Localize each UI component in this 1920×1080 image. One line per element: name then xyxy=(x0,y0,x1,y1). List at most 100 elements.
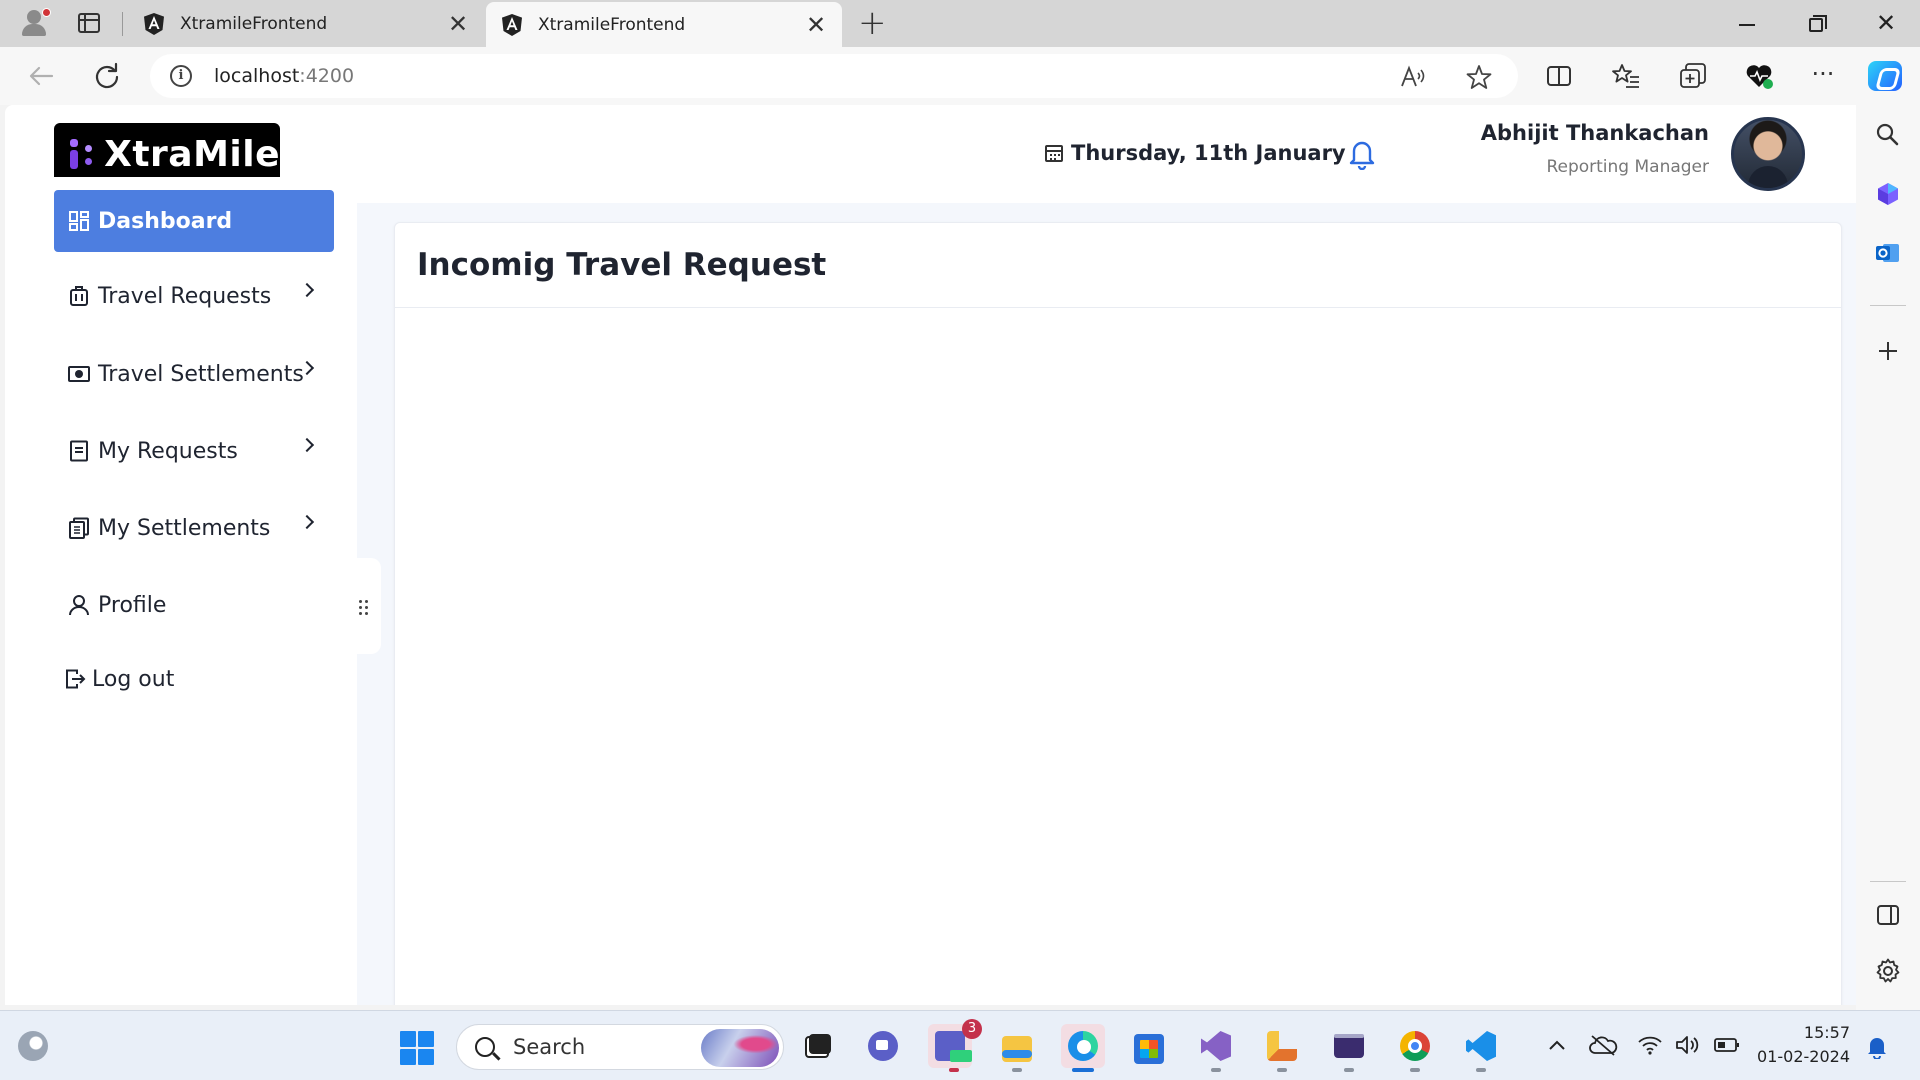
address-bar[interactable]: i localhost:4200 xyxy=(150,54,1518,98)
sidebar-item-profile[interactable]: Profile xyxy=(54,574,334,636)
copilot-icon[interactable] xyxy=(1868,61,1902,91)
close-tab-icon[interactable]: ✕ xyxy=(804,13,828,37)
explorer-running-indicator xyxy=(1012,1068,1022,1072)
close-tab-icon[interactable]: ✕ xyxy=(446,12,470,36)
chat-icon[interactable] xyxy=(861,1024,905,1068)
weather-icon[interactable] xyxy=(18,1031,48,1061)
money-icon xyxy=(68,366,90,382)
teams-notification-badge: 3 xyxy=(962,1019,982,1039)
search-icon[interactable] xyxy=(1874,121,1902,149)
minimize-window-icon[interactable] xyxy=(1727,8,1767,38)
chevron-right-icon xyxy=(299,514,315,530)
sidebar-item-label: Travel Settlements xyxy=(98,361,304,387)
tab-title: XtramileFrontend xyxy=(180,13,328,34)
vscode-icon[interactable] xyxy=(1459,1024,1503,1068)
visual-studio-icon[interactable] xyxy=(1194,1024,1238,1068)
clock-time: 15:57 xyxy=(1803,1023,1850,1042)
clock-date: 01-02-2024 xyxy=(1757,1047,1850,1066)
tab-actions-icon[interactable] xyxy=(78,13,100,33)
sidebar-item-label: Travel Requests xyxy=(98,283,272,309)
site-info-icon[interactable]: i xyxy=(170,65,192,87)
page-title: Incomig Travel Request xyxy=(417,247,827,283)
refresh-icon[interactable] xyxy=(90,59,124,93)
task-view-icon[interactable] xyxy=(795,1024,839,1068)
taskbar-clock[interactable]: 15:57 01-02-2024 xyxy=(1750,1021,1850,1069)
favorites-icon[interactable] xyxy=(1611,61,1641,91)
wifi-icon[interactable] xyxy=(1637,1033,1663,1057)
favorite-star-icon[interactable] xyxy=(1466,64,1492,90)
browser-profile-icon[interactable] xyxy=(18,8,52,38)
snip-running-indicator xyxy=(1277,1068,1287,1072)
sidebar-item-label: Profile xyxy=(98,592,167,618)
url-port: :4200 xyxy=(299,65,355,87)
read-aloud-icon[interactable] xyxy=(1400,65,1426,89)
header-date: Thursday, 11th January xyxy=(1045,141,1346,165)
windows-start-icon[interactable] xyxy=(400,1031,434,1065)
teams-running-indicator xyxy=(949,1068,959,1072)
restore-window-icon[interactable] xyxy=(1796,8,1836,38)
settings-gear-icon[interactable] xyxy=(1874,957,1902,985)
user-name: Abhijit Thankachan xyxy=(1480,121,1709,145)
browser-tab-2[interactable]: XtramileFrontend ✕ xyxy=(486,2,842,47)
back-arrow-icon[interactable] xyxy=(24,59,58,93)
browser-tab-strip: XtramileFrontend ✕ XtramileFrontend ✕ + … xyxy=(0,0,1920,47)
sidebar-resize-handle[interactable] xyxy=(345,558,381,654)
logo-mark-icon xyxy=(68,137,94,171)
file-explorer-icon[interactable] xyxy=(995,1024,1039,1068)
receipt-icon xyxy=(69,517,89,539)
sidebar-divider xyxy=(1870,305,1906,306)
sidebar-toggle-icon[interactable] xyxy=(1874,901,1902,929)
sidebar-item-my-settlements[interactable]: My Settlements xyxy=(54,497,334,559)
microsoft-store-icon[interactable] xyxy=(1127,1024,1171,1068)
edge-browser-icon[interactable] xyxy=(1061,1024,1105,1068)
new-tab-button[interactable]: + xyxy=(858,6,887,40)
dashboard-icon xyxy=(69,211,89,231)
split-screen-icon[interactable] xyxy=(1544,61,1574,91)
sidebar-item-travel-settlements[interactable]: Travel Settlements xyxy=(54,343,334,405)
browser-tab-1[interactable]: XtramileFrontend ✕ xyxy=(128,0,484,47)
sidebar-item-label: Dashboard xyxy=(98,208,233,234)
main-card: Incomig Travel Request xyxy=(394,222,1842,1005)
chrome-running-indicator xyxy=(1410,1068,1420,1072)
terminal-icon[interactable] xyxy=(1327,1024,1371,1068)
sidebar-item-label: My Requests xyxy=(98,438,238,464)
xtramile-logo[interactable]: XtraMile xyxy=(54,123,280,185)
chevron-up-icon[interactable] xyxy=(1545,1033,1569,1057)
sidebar-item-travel-requests[interactable]: Travel Requests xyxy=(54,265,334,327)
volume-icon[interactable] xyxy=(1674,1033,1700,1057)
search-placeholder: Search xyxy=(513,1035,586,1059)
copilot-shopping-icon[interactable] xyxy=(1874,180,1902,208)
sidebar-item-dashboard[interactable]: Dashboard xyxy=(54,190,334,252)
sidebar-item-logout[interactable]: Log out xyxy=(54,648,334,710)
outlook-icon[interactable] xyxy=(1874,239,1902,267)
battery-icon[interactable] xyxy=(1713,1033,1741,1057)
date-text: Thursday, 11th January xyxy=(1071,141,1346,165)
angular-icon xyxy=(144,12,164,35)
notification-bell-icon[interactable] xyxy=(1866,1035,1888,1059)
calendar-icon xyxy=(1045,144,1063,162)
tab-separator xyxy=(122,12,123,36)
sidebar-nav: Dashboard Travel Requests Travel Settlem… xyxy=(5,177,357,1005)
edge-sidebar xyxy=(1856,105,1920,1010)
sidebar-item-label: Log out xyxy=(92,666,175,692)
web-page: XtraMile Thursday, 11th January Abhijit … xyxy=(5,105,1856,1005)
avatar[interactable] xyxy=(1731,117,1805,191)
chrome-icon[interactable] xyxy=(1393,1024,1437,1068)
add-icon[interactable] xyxy=(1874,337,1902,365)
sidebar-item-my-requests[interactable]: My Requests xyxy=(54,420,334,482)
notification-bell-icon[interactable] xyxy=(1348,138,1376,170)
url-text[interactable]: localhost:4200 xyxy=(214,65,354,87)
taskbar-search-input[interactable]: Search xyxy=(456,1024,784,1070)
snipping-tool-icon[interactable] xyxy=(1260,1024,1304,1068)
more-options-icon[interactable]: ··· xyxy=(1808,61,1838,91)
browser-essentials-icon[interactable] xyxy=(1744,61,1774,91)
collections-icon[interactable] xyxy=(1678,61,1708,91)
edge-running-indicator xyxy=(1072,1068,1094,1072)
close-window-icon[interactable]: ✕ xyxy=(1866,8,1906,38)
browser-toolbar: i localhost:4200 ··· xyxy=(0,47,1920,105)
vs-running-indicator xyxy=(1211,1068,1221,1072)
luggage-icon xyxy=(70,286,88,306)
onedrive-icon[interactable] xyxy=(1588,1033,1618,1057)
search-icon xyxy=(475,1037,495,1057)
angular-icon xyxy=(502,13,522,36)
